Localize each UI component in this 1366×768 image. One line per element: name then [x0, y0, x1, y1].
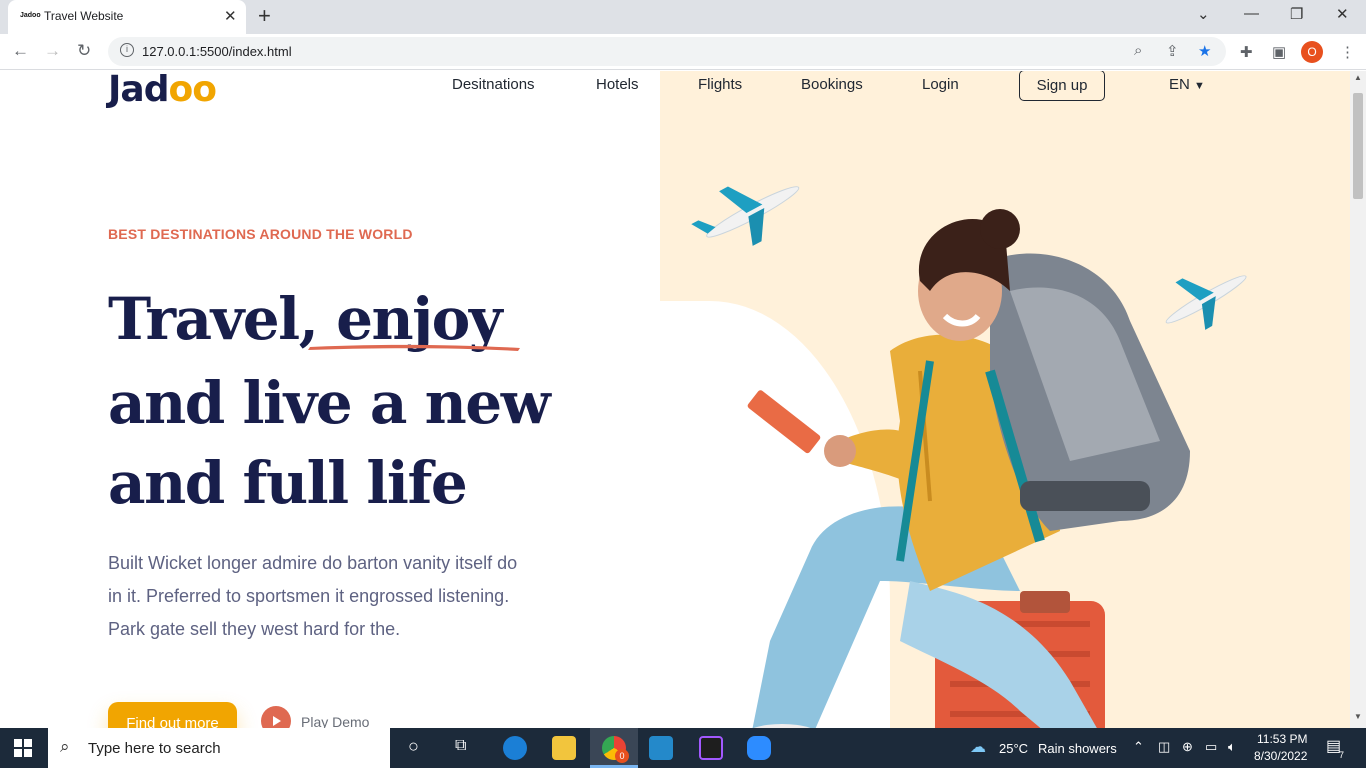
- browser-tab-strip: Jadoo Travel Website ✕ + ⌄ — ❐ ✕: [0, 0, 1366, 34]
- new-tab-icon[interactable]: +: [258, 3, 271, 29]
- page-scrollbar[interactable]: ▲ ▼: [1350, 71, 1366, 728]
- logo-text-main: Jad: [108, 71, 169, 110]
- nav-flights[interactable]: Flights: [698, 76, 742, 93]
- kebab-menu-icon[interactable]: ⋮: [1340, 43, 1355, 61]
- clock-date[interactable]: 8/30/2022: [1254, 749, 1307, 763]
- vscode-icon[interactable]: [649, 736, 673, 760]
- browser-tab-active[interactable]: Jadoo Travel Website ✕: [8, 0, 246, 34]
- clock-time[interactable]: 11:53 PM: [1257, 732, 1307, 746]
- tab-search-chevron-icon[interactable]: ⌄: [1197, 5, 1210, 23]
- profile-avatar[interactable]: O: [1301, 41, 1323, 63]
- nav-login[interactable]: Login: [922, 76, 959, 93]
- weather-temperature[interactable]: 25°C: [999, 741, 1028, 756]
- play-icon[interactable]: [261, 706, 291, 728]
- hero-traveler-illustration: [691, 186, 1247, 728]
- search-icon: ⌕: [60, 737, 70, 756]
- site-info-icon[interactable]: i: [120, 43, 134, 57]
- nav-hotels[interactable]: Hotels: [596, 76, 639, 93]
- chrome-icon[interactable]: 0: [602, 736, 629, 763]
- forward-icon[interactable]: →: [44, 41, 61, 61]
- logo-text-accent: oo: [168, 71, 216, 110]
- network-globe-icon[interactable]: ⊕: [1182, 739, 1193, 755]
- airplane-right-icon: [1165, 275, 1247, 330]
- scroll-down-icon[interactable]: ▼: [1354, 712, 1362, 721]
- taskbar-search-box[interactable]: ⌕ Type here to search: [48, 728, 390, 768]
- meet-now-icon[interactable]: ◫: [1158, 739, 1170, 755]
- reload-icon[interactable]: ↻: [77, 41, 91, 61]
- hero-underline-decoration: [308, 344, 520, 351]
- close-tab-icon[interactable]: ✕: [224, 7, 237, 25]
- bookmark-star-icon[interactable]: ★: [1198, 42, 1211, 60]
- figma-icon[interactable]: [699, 736, 723, 760]
- file-explorer-icon[interactable]: [552, 736, 576, 760]
- hero-description: Built Wicket longer admire do barton van…: [108, 553, 518, 639]
- weather-rain-icon[interactable]: ☁: [970, 737, 986, 757]
- scrollbar-thumb[interactable]: [1353, 93, 1363, 199]
- chevron-down-icon: ▼: [1194, 80, 1205, 92]
- share-icon[interactable]: ⇪: [1166, 42, 1179, 60]
- close-window-icon[interactable]: ✕: [1336, 5, 1349, 23]
- restore-icon[interactable]: ❐: [1290, 5, 1303, 23]
- language-label: EN: [1169, 76, 1190, 93]
- cortana-circle-icon[interactable]: ○: [408, 736, 419, 757]
- windows-taskbar: ⌕ Type here to search ○ ⧉ 0 ☁ 25°C Rain …: [0, 728, 1366, 768]
- nav-destinations[interactable]: Desitnations: [452, 76, 535, 93]
- zoom-app-icon[interactable]: [747, 736, 771, 760]
- page-viewport: Jadoo Desitnations Hotels Flights Bookin…: [0, 71, 1350, 728]
- tab-title: Travel Website: [44, 9, 124, 23]
- signup-button[interactable]: Sign up: [1019, 71, 1105, 101]
- taskbar-search-placeholder: Type here to search: [88, 740, 221, 757]
- edge-browser-icon[interactable]: [503, 736, 527, 760]
- notification-count: 7: [1339, 750, 1345, 760]
- zoom-icon[interactable]: ⌕: [1134, 42, 1142, 59]
- tab-favicon-icon: Jadoo: [20, 12, 41, 19]
- minimize-icon[interactable]: —: [1244, 5, 1259, 22]
- weather-description[interactable]: Rain showers: [1038, 741, 1117, 756]
- hero-heading-part1: Travel,: [108, 285, 337, 353]
- hero-tagline: BEST DESTINATIONS AROUND THE WORLD: [108, 226, 413, 242]
- extensions-puzzle-icon[interactable]: ✚: [1240, 43, 1253, 61]
- battery-icon[interactable]: ▭: [1205, 739, 1217, 755]
- chrome-badge: 0: [615, 749, 629, 763]
- hero-heading-line2: and live a new: [108, 369, 551, 437]
- side-panel-icon[interactable]: ▣: [1272, 43, 1286, 61]
- browser-toolbar: ← → ↻ i 127.0.0.1:5500/index.html ⌕ ⇪ ★ …: [0, 34, 1366, 70]
- windows-start-icon[interactable]: [14, 739, 32, 757]
- scroll-up-icon[interactable]: ▲: [1354, 73, 1362, 82]
- find-out-more-button[interactable]: Find out more: [108, 702, 237, 728]
- language-selector[interactable]: EN ▼: [1169, 76, 1205, 93]
- hero-heading-line3: and full life: [108, 449, 468, 517]
- play-demo-link[interactable]: Play Demo: [301, 714, 369, 728]
- site-logo[interactable]: Jadoo: [108, 71, 217, 110]
- volume-icon[interactable]: 🔈︎: [1228, 739, 1236, 755]
- url-text[interactable]: 127.0.0.1:5500/index.html: [142, 44, 292, 59]
- address-bar[interactable]: i 127.0.0.1:5500/index.html ⌕ ⇪ ★: [108, 37, 1226, 66]
- nav-bookings[interactable]: Bookings: [801, 76, 863, 93]
- task-view-icon[interactable]: ⧉: [455, 737, 466, 755]
- back-icon[interactable]: ←: [12, 41, 29, 61]
- airplane-left-icon: [691, 186, 800, 246]
- chevron-up-icon[interactable]: ⌃: [1133, 739, 1144, 755]
